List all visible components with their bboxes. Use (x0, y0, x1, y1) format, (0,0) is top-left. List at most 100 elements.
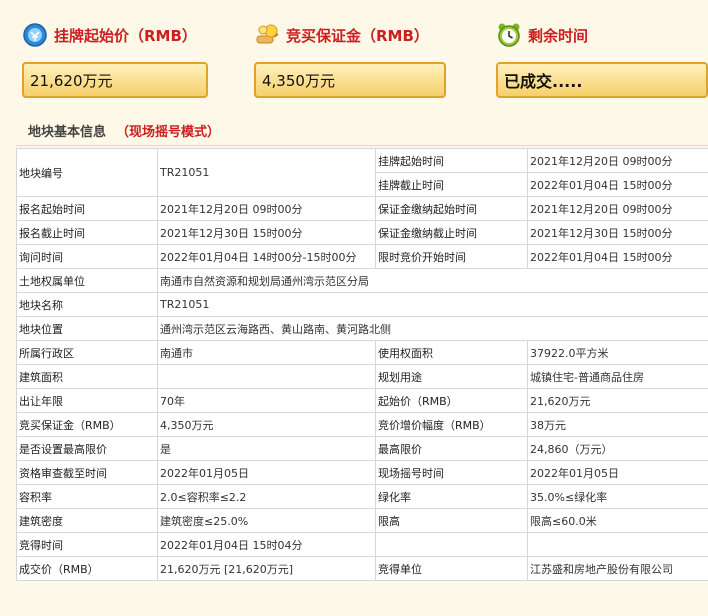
time-left-value: 已成交..... (504, 72, 583, 91)
parcel-info-table: 地块编号 TR21051 挂牌起始时间 2021年12月20日 09时00分 挂… (16, 148, 708, 581)
winner-value: 江苏盛和房地产股份有限公司 (527, 556, 708, 581)
deposit-header: 竞买保证金（RMB） (254, 18, 429, 52)
section-title-text: 地块基本信息 (28, 125, 107, 140)
table-row: 出让年限 70年 起始价（RMB） 21,620万元 (16, 388, 708, 413)
has-max-value: 是 (157, 436, 376, 461)
name-label: 地块名称 (16, 292, 158, 317)
time-left-panel: 剩余时间 已成交..... (496, 0, 708, 110)
won-time-value: 2022年01月04日 15时04分 (157, 532, 376, 557)
deposit-row-value: 4,350万元 (157, 412, 376, 437)
empty-cell (527, 532, 708, 557)
time-left-value-box: 已成交..... (496, 62, 708, 98)
green-value: 35.0%≤绿化率 (527, 484, 708, 509)
start-price-header: 挂牌起始价（RMB） (22, 18, 197, 52)
list-start-value: 2021年12月20日 09时00分 (527, 148, 708, 173)
bid-start-label: 限时竞价开始时间 (375, 244, 528, 269)
max-price-label: 最高限价 (375, 436, 528, 461)
auction-mode-label: （现场摇号模式） (116, 125, 221, 140)
winner-label: 竞得单位 (375, 556, 528, 581)
reg-end-label: 报名截止时间 (16, 220, 158, 245)
start-price-value-box: 21,620万元 (22, 62, 208, 98)
parcel-no-value: TR21051 (157, 148, 376, 197)
table-row: 所属行政区 南通市 使用权面积 37922.0平方米 (16, 340, 708, 365)
deposit-label: 竞买保证金（RMB） (286, 26, 429, 45)
list-end-label: 挂牌截止时间 (375, 172, 528, 197)
list-end-value: 2022年01月04日 15时00分 (527, 172, 708, 197)
table-row: 询问时间 2022年01月04日 14时00分-15时00分 限时竞价开始时间 … (16, 244, 708, 269)
dep-end-value: 2021年12月30日 15时00分 (527, 220, 708, 245)
table-row: 建筑密度 建筑密度≤25.0% 限高 限高≤60.0米 (16, 508, 708, 533)
build-area-value (157, 364, 376, 389)
usage-label: 规划用途 (375, 364, 528, 389)
owner-value: 南通市自然资源和规划局通州湾示范区分局 (157, 268, 708, 293)
increment-value: 38万元 (527, 412, 708, 437)
area-value: 37922.0平方米 (527, 340, 708, 365)
has-max-label: 是否设置最高限价 (16, 436, 158, 461)
hand-coins-icon (254, 22, 280, 48)
time-left-label: 剩余时间 (528, 26, 589, 45)
section-title: 地块基本信息 （现场摇号模式） (28, 121, 220, 140)
section-divider (16, 145, 708, 146)
height-value: 限高≤60.0米 (527, 508, 708, 533)
start-price-value: 21,620万元 (30, 71, 113, 90)
table-row: 地块位置 通州湾示范区云海路西、黄山路南、黄河路北侧 (16, 316, 708, 341)
review-deadline-label: 资格审查截至时间 (16, 460, 158, 485)
deal-price-value: 21,620万元 [21,620万元] (157, 556, 376, 581)
table-row: 资格审查截至时间 2022年01月05日 现场摇号时间 2022年01月05日 (16, 460, 708, 485)
reg-end-value: 2021年12月30日 15时00分 (157, 220, 376, 245)
max-price-value: 24,860（万元） (527, 436, 708, 461)
table-row: 地块名称 TR21051 (16, 292, 708, 317)
height-label: 限高 (375, 508, 528, 533)
density-label: 建筑密度 (16, 508, 158, 533)
review-deadline-value: 2022年01月05日 (157, 460, 376, 485)
start-price-row-label: 起始价（RMB） (375, 388, 528, 413)
deposit-value-box: 4,350万元 (254, 62, 446, 98)
alarm-clock-icon (496, 22, 522, 48)
owner-label: 土地权属单位 (16, 268, 158, 293)
increment-label: 竞价增价幅度（RMB） (375, 412, 528, 437)
table-row: 地块编号 TR21051 挂牌起始时间 2021年12月20日 09时00分 (16, 148, 708, 197)
table-row: 容积率 2.0≤容积率≤2.2 绿化率 35.0%≤绿化率 (16, 484, 708, 509)
district-label: 所属行政区 (16, 340, 158, 365)
far-value: 2.0≤容积率≤2.2 (157, 484, 376, 509)
won-time-label: 竞得时间 (16, 532, 158, 557)
lottery-time-value: 2022年01月05日 (527, 460, 708, 485)
time-left-header: 剩余时间 (496, 18, 588, 52)
table-row: 是否设置最高限价 是 最高限价 24,860（万元） (16, 436, 708, 461)
build-area-label: 建筑面积 (16, 364, 158, 389)
dep-start-label: 保证金缴纳起始时间 (375, 196, 528, 221)
table-row: 竞得时间 2022年01月04日 15时04分 (16, 532, 708, 557)
table-row: 建筑面积 规划用途 城镇住宅-普通商品住房 (16, 364, 708, 389)
deposit-row-label: 竞买保证金（RMB） (16, 412, 158, 437)
reg-start-value: 2021年12月20日 09时00分 (157, 196, 376, 221)
term-value: 70年 (157, 388, 376, 413)
reg-start-label: 报名起始时间 (16, 196, 158, 221)
density-value: 建筑密度≤25.0% (157, 508, 376, 533)
table-row: 土地权属单位 南通市自然资源和规划局通州湾示范区分局 (16, 268, 708, 293)
dep-start-value: 2021年12月20日 09时00分 (527, 196, 708, 221)
name-value: TR21051 (157, 292, 708, 317)
inquiry-label: 询问时间 (16, 244, 158, 269)
usage-value: 城镇住宅-普通商品住房 (527, 364, 708, 389)
money-bag-icon (22, 22, 48, 48)
start-price-panel: 挂牌起始价（RMB） 21,620万元 (22, 0, 212, 110)
bid-start-value: 2022年01月04日 15时00分 (527, 244, 708, 269)
start-price-row-value: 21,620万元 (527, 388, 708, 413)
area-label: 使用权面积 (375, 340, 528, 365)
term-label: 出让年限 (16, 388, 158, 413)
table-row: 报名起始时间 2021年12月20日 09时00分 保证金缴纳起始时间 2021… (16, 196, 708, 221)
inquiry-value: 2022年01月04日 14时00分-15时00分 (157, 244, 376, 269)
table-row: 竞买保证金（RMB） 4,350万元 竞价增价幅度（RMB） 38万元 (16, 412, 708, 437)
start-price-label: 挂牌起始价（RMB） (54, 26, 197, 45)
green-label: 绿化率 (375, 484, 528, 509)
deposit-panel: 竞买保证金（RMB） 4,350万元 (254, 0, 448, 110)
deal-price-label: 成交价（RMB） (16, 556, 158, 581)
parcel-no-label: 地块编号 (16, 148, 158, 197)
empty-cell (375, 532, 528, 557)
location-label: 地块位置 (16, 316, 158, 341)
table-row: 成交价（RMB） 21,620万元 [21,620万元] 竞得单位 江苏盛和房地… (16, 556, 708, 581)
far-label: 容积率 (16, 484, 158, 509)
table-row: 报名截止时间 2021年12月30日 15时00分 保证金缴纳截止时间 2021… (16, 220, 708, 245)
deposit-value: 4,350万元 (262, 71, 335, 90)
list-start-label: 挂牌起始时间 (375, 148, 528, 173)
